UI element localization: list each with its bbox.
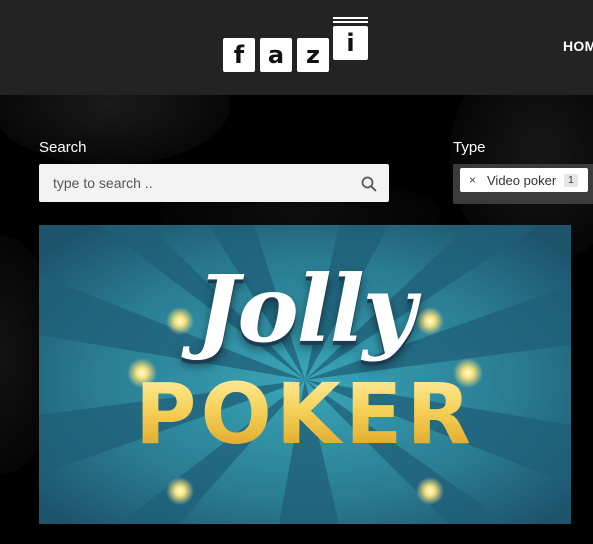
search-icon[interactable] xyxy=(361,176,377,192)
nav-home-link[interactable]: HOM xyxy=(563,38,593,54)
selected-type-chip: × Video poker 1 xyxy=(460,168,588,192)
logo-letter: z xyxy=(297,38,329,72)
banner-title-main: POKER xyxy=(39,365,571,463)
game-banner-jolly-poker[interactable]: Jolly POKER xyxy=(39,225,571,524)
logo-letter: a xyxy=(260,38,292,72)
fazi-logo[interactable]: f a z i xyxy=(223,16,373,74)
remove-chip-button[interactable]: × xyxy=(469,173,479,187)
search-input[interactable] xyxy=(39,164,353,202)
type-select[interactable]: × Video poker 1 xyxy=(453,164,593,204)
banner-title-script: Jolly xyxy=(195,255,416,363)
search-label: Search xyxy=(39,139,87,156)
chip-count-badge: 1 xyxy=(564,173,578,187)
logo-bar xyxy=(333,17,368,19)
chip-label: Video poker xyxy=(487,172,557,188)
logo-letter: i xyxy=(333,26,368,60)
logo-bar xyxy=(333,21,368,23)
search-box[interactable] xyxy=(39,164,389,202)
logo-letter: f xyxy=(223,38,255,72)
site-header: f a z i HOM xyxy=(0,0,593,95)
type-label: Type xyxy=(453,139,486,156)
